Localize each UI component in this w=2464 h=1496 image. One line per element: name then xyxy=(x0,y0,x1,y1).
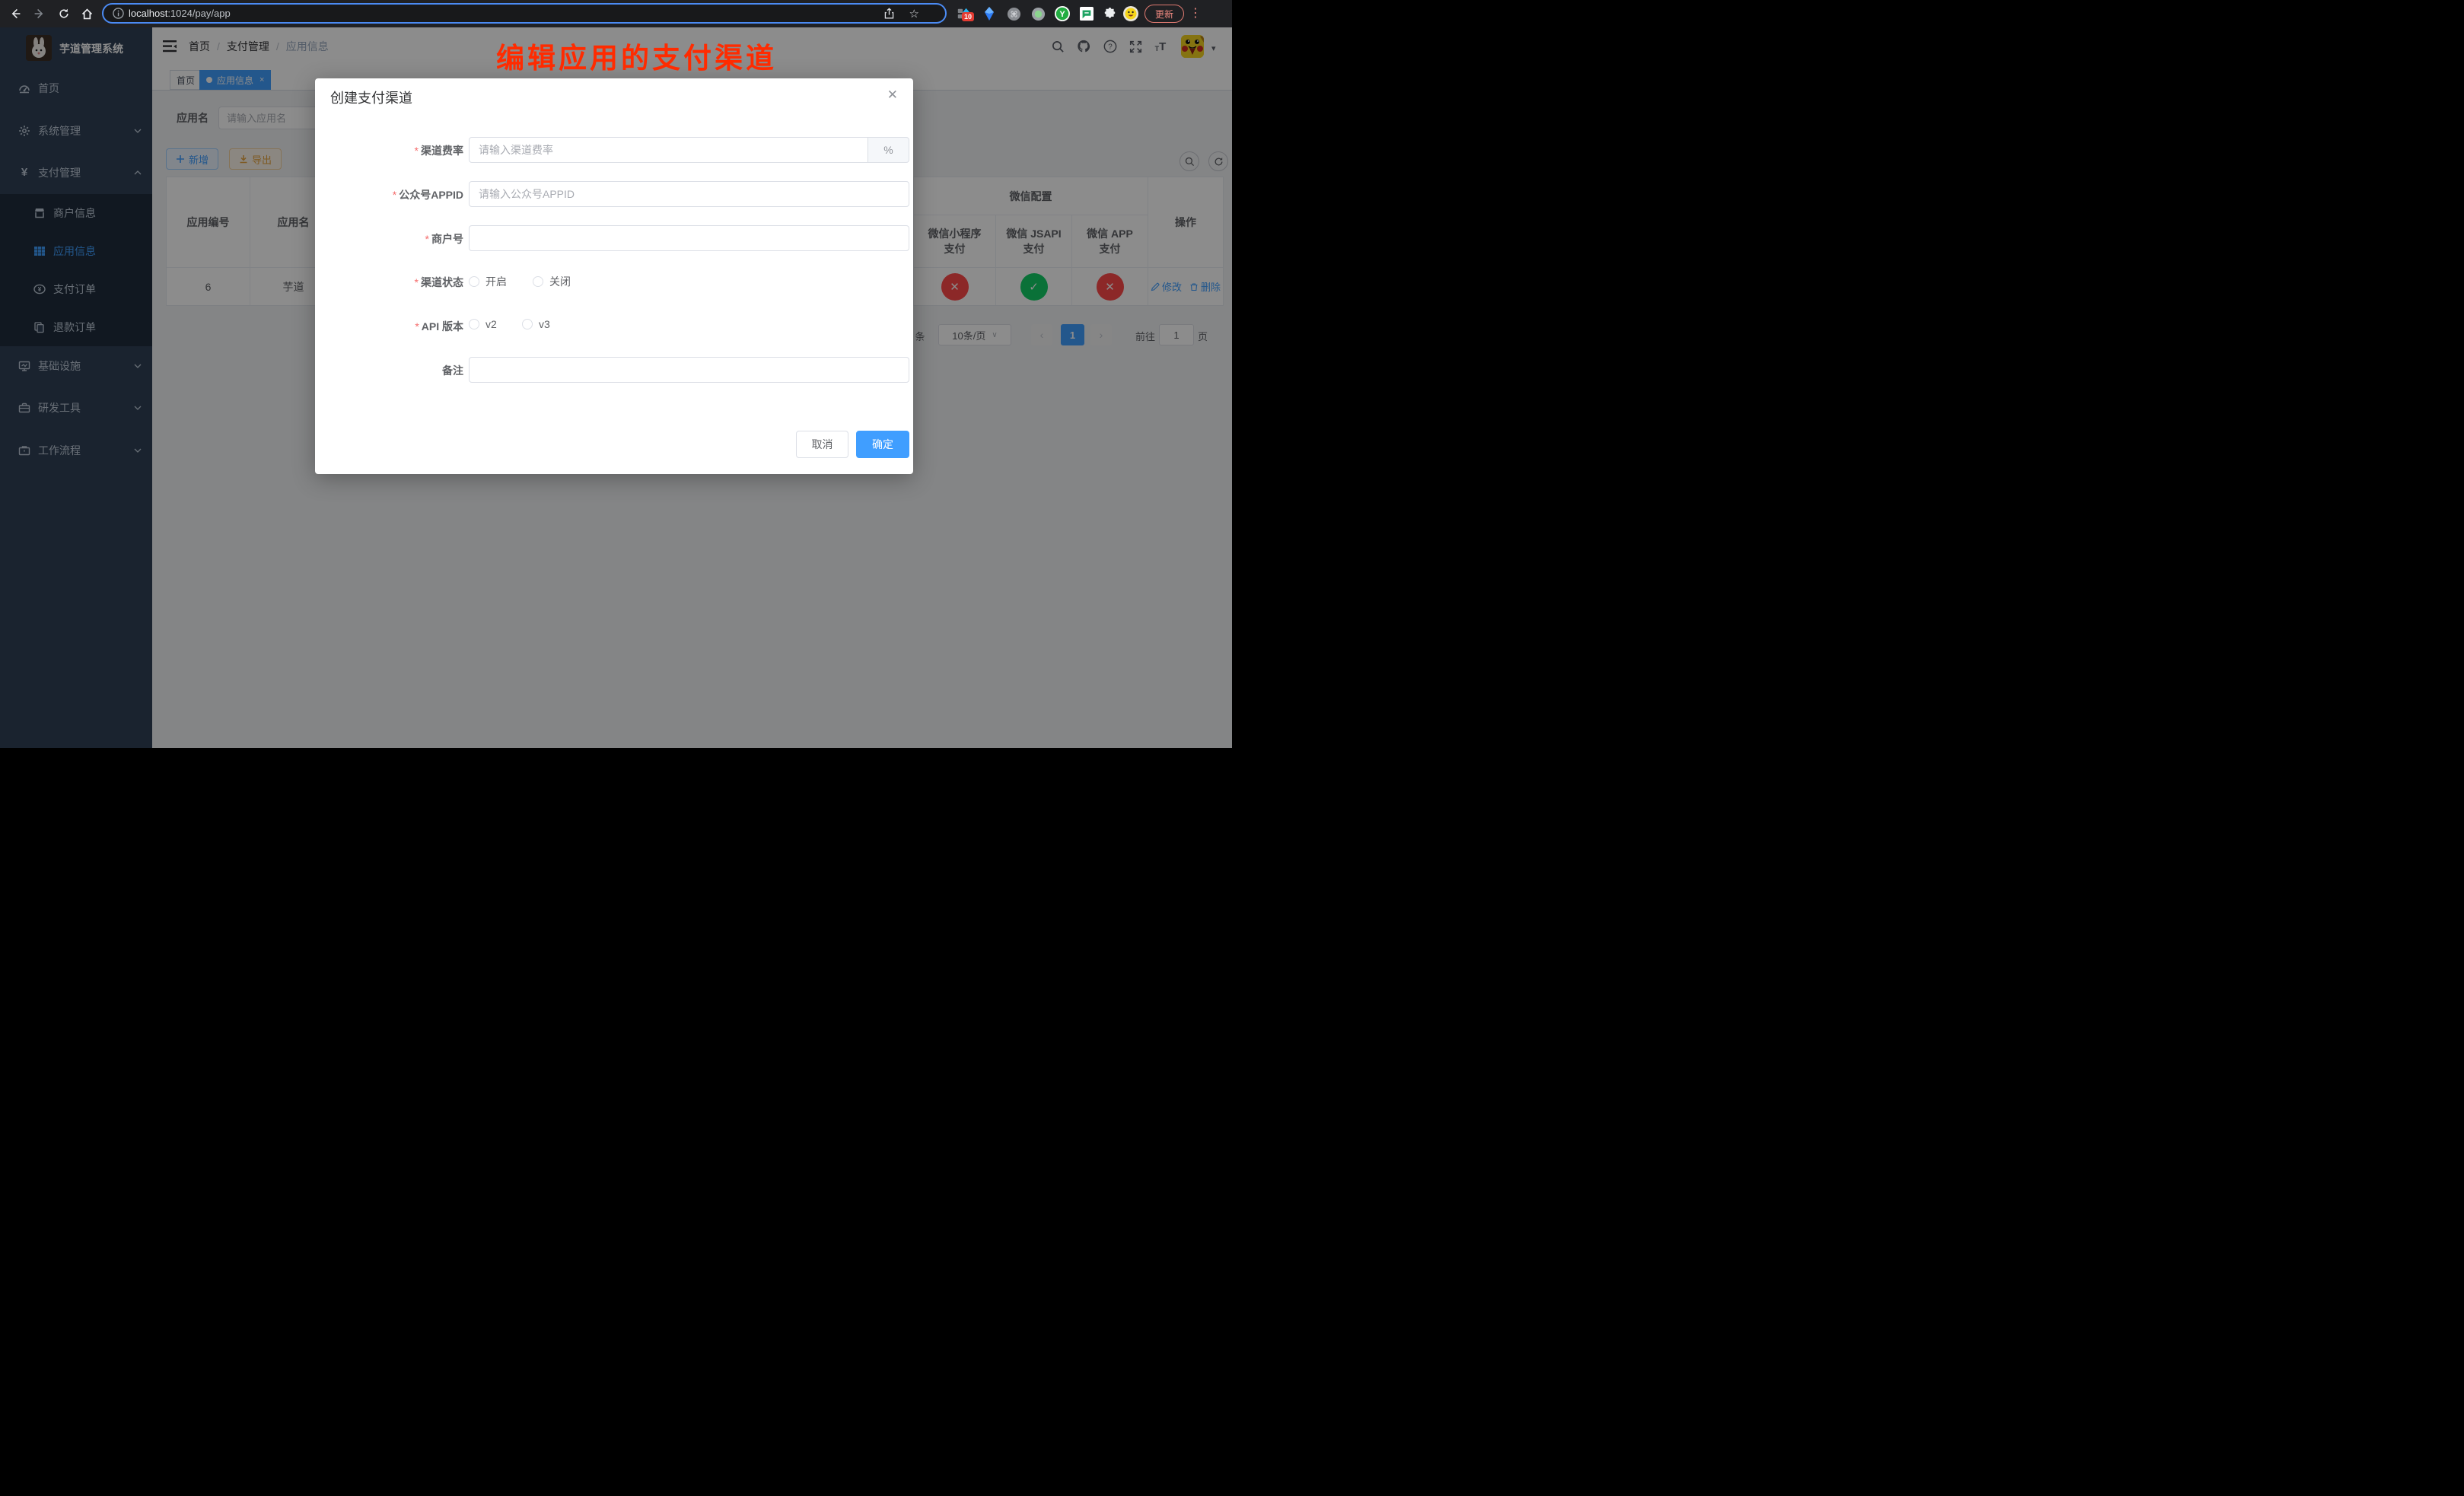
field-label-appid: *公众号APPID xyxy=(315,187,463,202)
field-label-status: *渠道状态 xyxy=(315,275,463,290)
browser-reload-icon[interactable] xyxy=(55,5,73,23)
confirm-button[interactable]: 确定 xyxy=(856,431,909,458)
create-pay-channel-dialog: 创建支付渠道 ✕ *渠道费率 % *公众号APPID *商户号 *渠道状态 开启 xyxy=(315,78,913,474)
svg-text:Y: Y xyxy=(1059,10,1065,19)
url-bar[interactable]: localhost:1024/pay/app ☆ xyxy=(102,3,947,24)
browser-menu-icon[interactable]: ⋮ xyxy=(1189,4,1202,23)
annotation-text: 编辑应用的支付渠道 xyxy=(496,35,777,76)
screen: localhost:1024/pay/app ☆ 10 ⌘ Y xyxy=(0,0,1232,748)
browser-toolbar: localhost:1024/pay/app ☆ 10 ⌘ Y xyxy=(0,0,1232,27)
share-icon[interactable] xyxy=(883,8,895,20)
api-v2-radio[interactable]: v2 xyxy=(469,318,497,330)
site-info-icon[interactable] xyxy=(113,8,124,19)
extension-chat-icon[interactable] xyxy=(1079,6,1094,21)
browser-back-icon[interactable] xyxy=(6,5,24,23)
status-off-radio[interactable]: 关闭 xyxy=(533,274,571,289)
browser-update-button[interactable]: 更新 xyxy=(1144,5,1184,23)
field-label-rate: *渠道费率 xyxy=(315,143,463,158)
extension-badge: 10 xyxy=(962,12,974,21)
browser-home-icon[interactable] xyxy=(78,5,96,23)
cancel-button[interactable]: 取消 xyxy=(796,431,848,458)
status-on-radio[interactable]: 开启 xyxy=(469,274,507,289)
merchant-input[interactable] xyxy=(469,225,909,251)
rate-input[interactable] xyxy=(469,137,868,163)
extension-gem-icon[interactable] xyxy=(982,6,997,21)
percent-append: % xyxy=(868,137,909,163)
radio-circle xyxy=(469,319,479,329)
bookmark-star-icon[interactable]: ☆ xyxy=(909,7,919,21)
radio-circle xyxy=(469,276,479,287)
radio-circle xyxy=(533,276,543,287)
field-label-remark: 备注 xyxy=(315,363,463,378)
extension-emoji-icon[interactable] xyxy=(1123,6,1138,21)
appid-input[interactable] xyxy=(469,181,909,207)
extension-y-icon[interactable]: Y xyxy=(1055,6,1070,21)
api-v3-radio[interactable]: v3 xyxy=(522,318,550,330)
browser-forward-icon[interactable] xyxy=(30,5,49,23)
remark-input[interactable] xyxy=(469,357,909,383)
extensions-puzzle-icon[interactable] xyxy=(1102,6,1117,21)
radio-circle xyxy=(522,319,533,329)
dialog-title: 创建支付渠道 xyxy=(330,88,412,107)
extension-sidebar-icon[interactable]: 10 xyxy=(956,6,971,21)
close-icon[interactable]: ✕ xyxy=(887,88,898,103)
extension-command-icon[interactable]: ⌘ xyxy=(1006,6,1021,21)
field-label-merchant: *商户号 xyxy=(315,231,463,247)
url-text: localhost:1024/pay/app xyxy=(129,8,231,19)
svg-text:⌘: ⌘ xyxy=(1010,11,1017,19)
field-label-api: *API 版本 xyxy=(315,319,463,334)
extension-dot-icon[interactable] xyxy=(1030,6,1046,21)
